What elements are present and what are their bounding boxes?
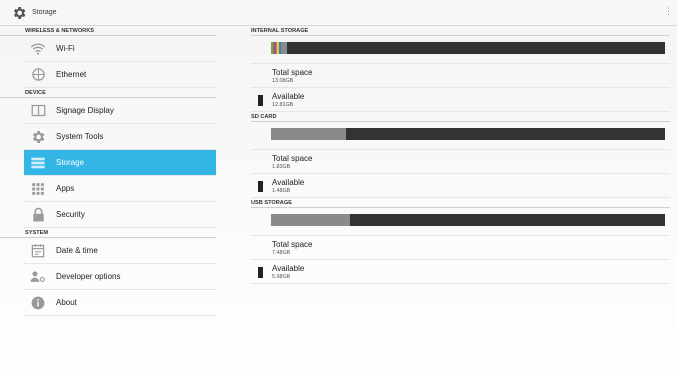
sidebar-item-developer-options[interactable]: Developer options [24, 264, 216, 290]
internal-used-segment [271, 42, 287, 54]
sd-available-row[interactable]: Available 1.48GB [251, 174, 670, 198]
storage-icon [28, 153, 48, 173]
available-value: 1.48GB [272, 188, 291, 194]
settings-sidebar: WIRELESS & NETWORKS Wi-Fi Ethernet DEVIC… [0, 26, 216, 316]
sidebar-item-apps[interactable]: Apps [24, 176, 216, 202]
sidebar-item-about[interactable]: About [24, 290, 216, 316]
sidebar-item-storage[interactable]: Storage [24, 150, 216, 176]
info-icon [28, 293, 48, 313]
sidebar-item-security[interactable]: Security [24, 202, 216, 228]
sd-card-header: SD CARD [251, 112, 670, 122]
apps-grid-icon [28, 179, 48, 199]
sd-card-usage-bar [271, 128, 665, 140]
usb-storage-usage-bar [271, 214, 665, 226]
total-space-label: Total space [272, 240, 313, 249]
sd-card-bar-row [251, 122, 670, 150]
overflow-menu-icon[interactable]: ⋮ [664, 7, 673, 16]
section-header-wireless: WIRELESS & NETWORKS [0, 26, 216, 36]
internal-storage-usage-bar [271, 42, 665, 54]
sidebar-item-label: Signage Display [56, 106, 114, 115]
sidebar-item-label: Date & time [56, 246, 98, 255]
section-header-system: SYSTEM [0, 228, 216, 238]
available-value: 12.81GB [272, 102, 294, 108]
sidebar-item-label: Ethernet [56, 70, 87, 79]
usb-total-space-row[interactable]: Total space 7.48GB [251, 236, 670, 260]
gear-icon[interactable] [10, 4, 28, 22]
sidebar-item-label: Apps [56, 184, 75, 193]
calendar-icon [28, 241, 48, 261]
storage-details-panel: INTERNAL STORAGE Total space 13.08GB Ava… [251, 26, 670, 284]
sd-used-segment [271, 128, 346, 140]
available-label: Available [272, 178, 305, 187]
sidebar-item-label: Wi-Fi [56, 44, 75, 53]
wifi-icon [28, 39, 48, 59]
sidebar-item-ethernet[interactable]: Ethernet [24, 62, 216, 88]
sidebar-item-label: Developer options [56, 272, 121, 281]
internal-total-space-row[interactable]: Total space 13.08GB [251, 64, 670, 88]
available-swatch [258, 181, 263, 192]
display-icon [28, 101, 48, 121]
page-title: Storage [32, 9, 57, 16]
internal-storage-header: INTERNAL STORAGE [251, 26, 670, 36]
total-space-label: Total space [272, 154, 313, 163]
action-bar: Storage ⋮ [0, 0, 677, 26]
total-space-value: 7.48GB [272, 250, 291, 256]
available-label: Available [272, 92, 305, 101]
sidebar-item-label: Security [56, 210, 85, 219]
sd-total-space-row[interactable]: Total space 1.83GB [251, 150, 670, 174]
sidebar-item-system-tools[interactable]: System Tools [24, 124, 216, 150]
sidebar-item-date-time[interactable]: Date & time [24, 238, 216, 264]
internal-available-row[interactable]: Available 12.81GB [251, 88, 670, 112]
available-swatch [258, 95, 263, 106]
internal-storage-bar-row [251, 36, 670, 64]
available-swatch [258, 267, 263, 278]
lock-icon [28, 205, 48, 225]
ethernet-icon [28, 65, 48, 85]
sidebar-item-label: System Tools [56, 132, 104, 141]
section-header-device: DEVICE [0, 88, 216, 98]
available-value: 5.98GB [272, 274, 291, 280]
usb-storage-header: USB STORAGE [251, 198, 670, 208]
total-space-value: 13.08GB [272, 78, 294, 84]
sidebar-item-signage-display[interactable]: Signage Display [24, 98, 216, 124]
developer-icon [28, 267, 48, 287]
sidebar-item-label: About [56, 298, 77, 307]
usb-available-row[interactable]: Available 5.98GB [251, 260, 670, 284]
total-space-value: 1.83GB [272, 164, 291, 170]
available-label: Available [272, 264, 305, 273]
gear-icon [28, 127, 48, 147]
usb-used-segment [271, 214, 350, 226]
sidebar-item-wifi[interactable]: Wi-Fi [24, 36, 216, 62]
total-space-label: Total space [272, 68, 313, 77]
sidebar-item-label: Storage [56, 158, 85, 167]
usb-storage-bar-row [251, 208, 670, 236]
